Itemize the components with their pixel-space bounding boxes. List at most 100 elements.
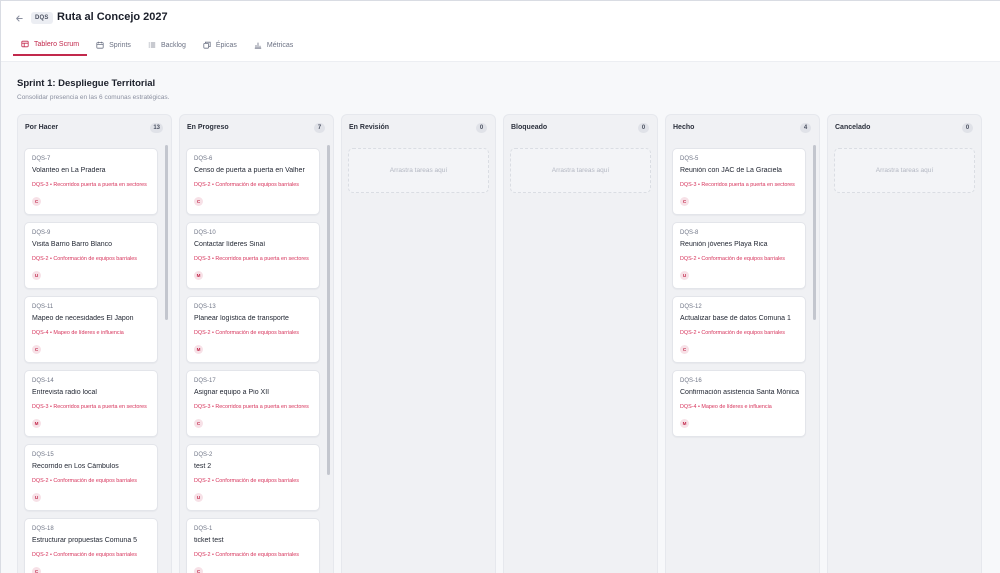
task-epic: DQS-2 • Conformación de equipos barriale…	[194, 552, 299, 558]
assignee-avatar: C	[32, 345, 41, 354]
column-title: En Revisión	[349, 124, 390, 131]
board-column: En Progreso 7 DQS-6 Censo de puerta a puert…	[179, 114, 334, 573]
assignee-avatar: C	[32, 197, 41, 206]
column-count-badge: 0	[962, 123, 973, 133]
column-scrollbar[interactable]	[165, 145, 168, 320]
column-header: En Revisión 0	[342, 115, 495, 141]
task-title: Contactar líderes Sinaí	[194, 241, 266, 248]
tab-tablero-scrum[interactable]: Tablero Scrum	[13, 34, 88, 56]
board-icon	[21, 40, 29, 48]
task-card[interactable]: DQS-6 Censo de puerta a puerta en Valher D…	[186, 148, 320, 215]
task-id: DQS-10	[194, 230, 216, 236]
task-epic: DQS-4 • Mapeo de líderes e influencia	[680, 404, 772, 410]
column-scrollbar[interactable]	[813, 145, 816, 320]
task-epic: DQS-3 • Recorridos puerta a puerta en se…	[32, 404, 147, 410]
drop-zone[interactable]: Arrastra tareas aquí	[834, 148, 975, 193]
drop-zone[interactable]: Arrastra tareas aquí	[510, 148, 651, 193]
task-epic: DQS-3 • Recorridos puerta a puerta en se…	[194, 404, 309, 410]
column-count-badge: 0	[476, 123, 487, 133]
column-body[interactable]: Arrastra tareas aquí	[510, 148, 651, 573]
assignee-avatar: C	[194, 419, 203, 428]
task-card[interactable]: DQS-10 Contactar líderes Sinaí DQS-3 • Rec…	[186, 222, 320, 289]
task-epic: DQS-3 • Recorridos puerta a puerta en se…	[32, 182, 147, 188]
task-epic: DQS-2 • Conformación de equipos barriale…	[194, 182, 299, 188]
assignee-avatar: C	[194, 567, 203, 573]
task-epic: DQS-3 • Recorridos puerta a puerta en se…	[194, 256, 309, 262]
column-count-badge: 4	[800, 123, 811, 133]
column-header: Cancelado 0	[828, 115, 981, 141]
tab-label: Épicas	[215, 41, 237, 49]
tab-epicas[interactable]: Épicas	[195, 34, 245, 56]
tab-metricas[interactable]: Métricas	[246, 34, 301, 56]
assignee-avatar: U	[32, 271, 41, 280]
task-card[interactable]: DQS-14 Entrevista radio local DQS-3 • Reco…	[24, 370, 158, 437]
arrow-left-icon[interactable]	[13, 12, 25, 24]
task-title: ticket test	[194, 537, 224, 544]
project-code-badge: DQS	[31, 12, 53, 24]
assignee-avatar: M	[32, 419, 41, 428]
tab-label: Sprints	[109, 41, 131, 49]
task-title: Volanteo en La Pradera	[32, 167, 106, 174]
task-card[interactable]: DQS-13 Planear logística de transporte DQS…	[186, 296, 320, 363]
drop-zone[interactable]: Arrastra tareas aquí	[348, 148, 489, 193]
column-body[interactable]: DQS-7 Volanteo en La Pradera DQS-3 • Recor…	[24, 148, 158, 573]
task-card[interactable]: DQS-11 Mapeo de necesidades El Japon DQS-4…	[24, 296, 158, 363]
task-id: DQS-2	[194, 452, 213, 458]
column-body[interactable]: Arrastra tareas aquí	[348, 148, 489, 573]
assignee-avatar: U	[32, 493, 41, 502]
app-window: DQS Ruta al Concejo 2027 Tablero Scrum S…	[0, 0, 1000, 573]
task-epic: DQS-2 • Conformación de equipos barriale…	[194, 478, 299, 484]
task-epic: DQS-2 • Conformación de equipos barriale…	[680, 330, 785, 336]
task-card[interactable]: DQS-12 Actualizar base de datos Comuna 1 D…	[672, 296, 806, 363]
tab-label: Tablero Scrum	[34, 40, 80, 48]
project-title: Ruta al Concejo 2027	[57, 11, 168, 23]
assignee-avatar: M	[194, 271, 203, 280]
task-epic: DQS-2 • Conformación de equipos barriale…	[194, 330, 299, 336]
assignee-avatar: U	[194, 493, 203, 502]
tab-label: Backlog	[160, 41, 186, 49]
task-title: Estructurar propuestas Comuna 5	[32, 537, 138, 544]
column-header: Hecho 4	[666, 115, 819, 141]
chart-icon	[254, 42, 262, 49]
task-title: Recorrido en Los Cámbulos	[32, 463, 119, 470]
page-header: DQS Ruta al Concejo 2027 Tablero Scrum S…	[1, 1, 1000, 62]
assignee-avatar: C	[194, 197, 203, 206]
column-header: Por Hacer 13	[18, 115, 171, 141]
column-title: Bloqueado	[511, 124, 548, 131]
column-body[interactable]: DQS-6 Censo de puerta a puerta en Valher D…	[186, 148, 320, 573]
task-id: DQS-8	[680, 230, 699, 236]
column-title: Hecho	[673, 124, 695, 131]
task-epic: DQS-2 • Conformación de equipos barriale…	[32, 552, 137, 558]
task-epic: DQS-4 • Mapeo de líderes e influencia	[32, 330, 124, 336]
task-card[interactable]: DQS-2 test 2 DQS-2 • Conformación de equip…	[186, 444, 320, 511]
task-card[interactable]: DQS-15 Recorrido en Los Cámbulos DQS-2 • C…	[24, 444, 158, 511]
column-count-badge: 7	[314, 123, 325, 133]
column-scrollbar[interactable]	[327, 145, 330, 475]
task-card[interactable]: DQS-7 Volanteo en La Pradera DQS-3 • Recor…	[24, 148, 158, 215]
task-id: DQS-9	[32, 230, 51, 236]
task-epic: DQS-3 • Recorridos puerta a puerta en se…	[680, 182, 795, 188]
assignee-avatar: C	[680, 197, 689, 206]
column-body[interactable]: Arrastra tareas aquí	[834, 148, 975, 573]
layers-icon	[203, 41, 211, 49]
task-card[interactable]: DQS-17 Asignar equipo a Pio XII DQS-3 • Re…	[186, 370, 320, 437]
board-column: Por Hacer 13 DQS-7 Volanteo en La Pradera DQ…	[17, 114, 172, 573]
task-epic: DQS-2 • Conformación de equipos barriale…	[680, 256, 785, 262]
board-column: Hecho 4 DQS-5 Reunión con JAC de La Graciel…	[665, 114, 820, 573]
board-content: Sprint 1: Despliegue Territorial Consoli…	[1, 62, 1000, 573]
task-card[interactable]: DQS-5 Reunión con JAC de La Graciela DQS-3…	[672, 148, 806, 215]
column-header: En Progreso 7	[180, 115, 333, 141]
task-card[interactable]: DQS-8 Reunión jóvenes Playa Rica DQS-2 • C…	[672, 222, 806, 289]
board-column: En Revisión 0 Arrastra tareas aquí	[341, 114, 496, 573]
tab-backlog[interactable]: Backlog	[140, 34, 194, 56]
task-title: Actualizar base de datos Comuna 1	[680, 315, 791, 322]
task-card[interactable]: DQS-18 Estructurar propuestas Comuna 5 DQS…	[24, 518, 158, 573]
tab-sprints[interactable]: Sprints	[88, 34, 139, 56]
task-card[interactable]: DQS-16 Confirmación asistencia Santa Móni…	[672, 370, 806, 437]
column-count-badge: 13	[150, 123, 163, 133]
task-id: DQS-1	[194, 526, 213, 532]
task-card[interactable]: DQS-1 ticket test DQS-2 • Conformación de …	[186, 518, 320, 573]
task-card[interactable]: DQS-9 Visita Barrio Barro Blanco DQS-2 • C…	[24, 222, 158, 289]
task-title: Planear logística de transporte	[194, 315, 289, 322]
column-body[interactable]: DQS-5 Reunión con JAC de La Graciela DQS-3…	[672, 148, 806, 573]
